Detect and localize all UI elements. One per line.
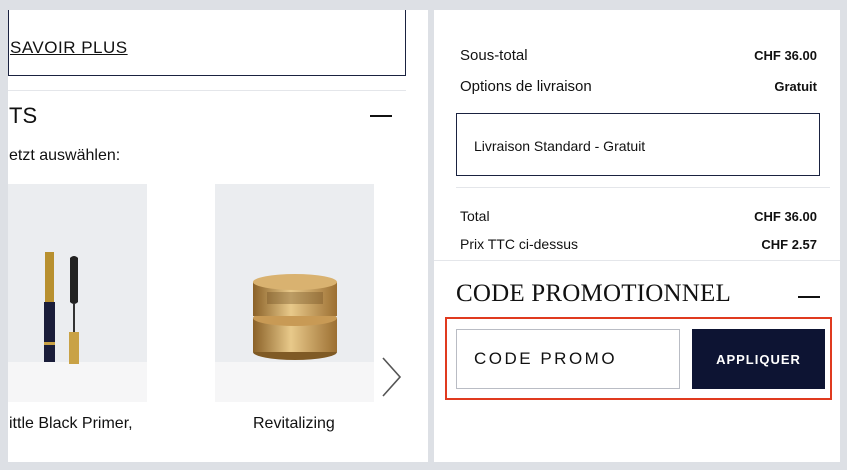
tax-label: Prix TTC ci-dessus [460, 236, 578, 252]
subtotal-value: CHF 36.00 [754, 48, 817, 63]
chevron-right-icon[interactable] [379, 355, 405, 399]
shipping-select-value: Livraison Standard - Gratuit [474, 138, 646, 154]
shipping-value: Gratuit [774, 79, 817, 94]
shipping-select[interactable]: Livraison Standard - Gratuit [456, 113, 820, 176]
promo-code-input[interactable] [456, 329, 680, 389]
section-title: TS [9, 103, 38, 128]
section-subtitle: etzt auswählen: [9, 147, 121, 164]
divider [8, 90, 406, 91]
apply-button[interactable]: APPLIQUER [692, 329, 825, 389]
offers-panel: SAVOIR PLUS TS etzt auswählen: ittle Bla… [8, 10, 428, 462]
divider [456, 187, 830, 188]
product-tile[interactable] [8, 184, 147, 402]
minus-icon[interactable] [370, 115, 392, 117]
product-tile[interactable] [215, 184, 374, 402]
cream-jar-image [253, 274, 337, 360]
product-name[interactable]: ittle Black Primer, [9, 415, 133, 433]
promo-title: CODE PROMOTIONNEL [456, 280, 731, 307]
tax-value: CHF 2.57 [761, 237, 817, 252]
divider [434, 260, 840, 261]
total-label: Total [460, 208, 490, 224]
learn-more-link[interactable]: SAVOIR PLUS [10, 38, 128, 58]
learn-more-box[interactable]: SAVOIR PLUS [8, 10, 406, 76]
subtotal-label: Sous-total [460, 47, 528, 64]
mascara-primer-image [44, 252, 79, 364]
shipping-label: Options de livraison [460, 78, 592, 95]
product-name[interactable]: Revitalizing [253, 415, 335, 433]
order-summary-panel: Sous-total CHF 36.00 Options de livraiso… [434, 10, 840, 462]
total-value: CHF 36.00 [754, 209, 817, 224]
minus-icon[interactable] [798, 296, 820, 298]
